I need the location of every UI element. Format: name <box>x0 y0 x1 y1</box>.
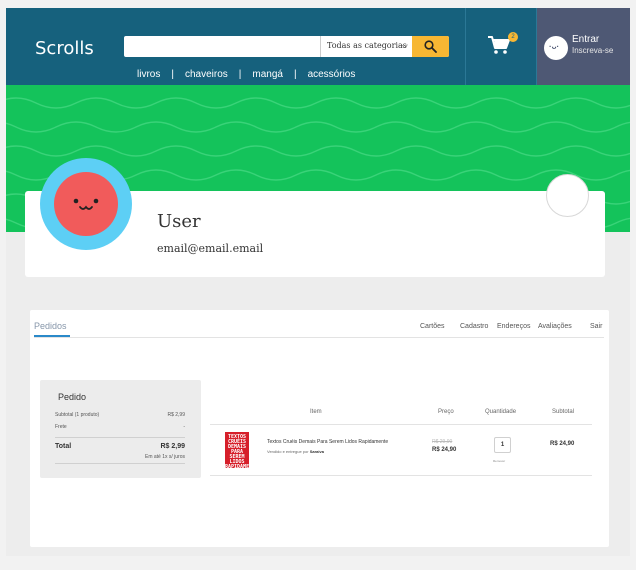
quantity-input[interactable]: 1 <box>494 437 511 453</box>
shipping-label: Frete <box>55 424 67 430</box>
column-header-subtotal: Subtotal <box>552 409 575 415</box>
tab-cadastro[interactable]: Cadastro <box>460 323 488 330</box>
shipping-row: Frete - <box>55 424 185 430</box>
table-divider <box>210 475 592 476</box>
cart-button[interactable]: 2 <box>465 8 537 85</box>
category-nav: livros | chaveiros | mangá | acessórios <box>137 69 355 83</box>
subtotal-value: R$ 2,99 <box>167 412 185 418</box>
seller-prefix: Vendido e entregue por <box>267 449 309 454</box>
table-divider <box>210 424 592 425</box>
account-tabs: Pedidos Cartões Cadastro Endereços Avali… <box>34 321 604 338</box>
divider <box>55 463 185 464</box>
login-link[interactable]: Entrar <box>572 34 599 45</box>
tab-sair[interactable]: Sair <box>590 323 602 330</box>
nav-separator: | <box>171 69 174 80</box>
shipping-value: - <box>183 424 185 430</box>
total-label: Total <box>55 443 72 450</box>
page: Scrolls Todas as categorias ⌵ 2 ·ᴗ· Entr… <box>6 8 630 556</box>
seller-name: Saraiva <box>309 449 324 454</box>
tab-avaliacoes[interactable]: Avaliações <box>538 323 572 330</box>
category-select[interactable]: Todas as categorias ⌵ <box>320 36 412 57</box>
item-price-old: R$ 29,90 <box>432 439 453 445</box>
signup-link[interactable]: Inscreva-se <box>572 46 613 55</box>
active-tab-indicator <box>34 335 70 337</box>
divider <box>55 437 185 438</box>
smiley-face-icon <box>54 172 118 236</box>
installments-note: Em até 1x s/ juros <box>144 454 185 460</box>
order-summary: Pedido Subtotal (1 produto) R$ 2,99 Fret… <box>40 380 201 478</box>
user-name: User <box>157 211 201 232</box>
profile-avatar[interactable] <box>40 158 132 250</box>
item-price: R$ 24,90 <box>432 447 457 453</box>
search-input[interactable] <box>124 36 320 57</box>
remove-item-link[interactable]: Remover <box>493 459 505 463</box>
profile-photo-button[interactable] <box>546 174 589 217</box>
nav-link-chaveiros[interactable]: chaveiros <box>185 69 228 83</box>
total-row: Total R$ 2,99 <box>55 443 185 450</box>
tab-pedidos[interactable]: Pedidos <box>34 321 67 331</box>
column-header-quantity: Quantidade <box>485 409 517 415</box>
login-area[interactable]: ·ᴗ· Entrar Inscreva-se <box>537 8 630 85</box>
top-header: Scrolls Todas as categorias ⌵ 2 ·ᴗ· Entr… <box>6 8 630 85</box>
total-value: R$ 2,99 <box>160 443 185 450</box>
nav-link-manga[interactable]: mangá <box>252 69 283 83</box>
nav-link-acessorios[interactable]: acessórios <box>308 69 356 83</box>
chevron-down-icon: ⌵ <box>401 41 408 51</box>
nav-separator: | <box>293 69 297 80</box>
user-email: email@email.email <box>157 242 264 255</box>
item-subtotal: R$ 24,90 <box>550 441 575 447</box>
book-cover[interactable]: TEXTOS CRUÉIS DEMAIS PARA SEREM LIDOS RA… <box>225 432 259 470</box>
search-bar: Todas as categorias ⌵ <box>124 36 449 57</box>
item-seller: Vendido e entregue por Saraiva <box>267 449 324 454</box>
book-cover-text: TEXTOS CRUÉIS DEMAIS PARA SEREM LIDOS RA… <box>225 434 259 470</box>
brand-logo[interactable]: Scrolls <box>35 38 94 59</box>
subtotal-row: Subtotal (1 produto) R$ 2,99 <box>55 412 185 418</box>
user-avatar: ·ᴗ· <box>544 36 568 60</box>
tab-cartoes[interactable]: Cartões <box>420 323 445 330</box>
avatar-face-icon: ·ᴗ· <box>549 42 560 51</box>
item-title[interactable]: Textos Cruéis Demais Para Serem Lidos Ra… <box>267 439 388 445</box>
search-button[interactable] <box>412 36 449 57</box>
column-header-item: Item <box>310 409 322 415</box>
nav-link-livros[interactable]: livros <box>137 69 160 83</box>
cart-count-badge: 2 <box>508 32 518 42</box>
search-icon <box>424 40 437 53</box>
column-header-price: Preço <box>438 409 454 415</box>
order-summary-title: Pedido <box>58 392 87 402</box>
nav-separator: | <box>238 69 242 80</box>
account-panel: Pedidos Cartões Cadastro Endereços Avali… <box>30 310 609 547</box>
subtotal-label: Subtotal (1 produto) <box>55 412 100 418</box>
tab-enderecos[interactable]: Endereços <box>497 323 530 330</box>
category-select-label: Todas as categorias <box>327 41 407 50</box>
